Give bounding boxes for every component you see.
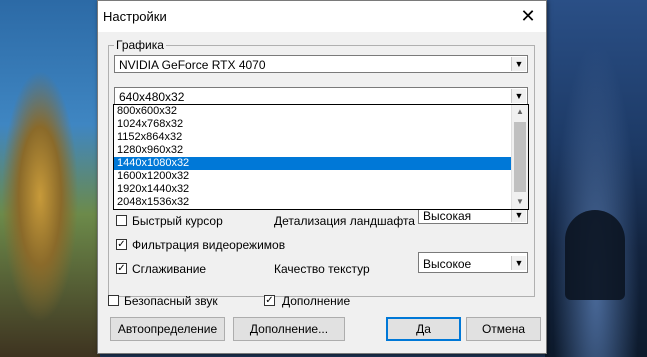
mode-filter-label: Фильтрация видеорежимов [132,238,286,252]
safe-sound-label: Безопасный звук [124,294,218,308]
fast-cursor-checkbox[interactable] [116,215,127,226]
resolution-option[interactable]: 1920x1440x32 [114,183,512,196]
chevron-down-icon: ▼ [511,89,526,103]
chevron-down-icon: ▼ [511,208,526,222]
dropdown-scrollbar[interactable]: ▲ ▼ [511,105,528,209]
scroll-thumb[interactable] [514,122,526,192]
addon-more-button[interactable]: Дополнение... [233,317,345,341]
resolution-select[interactable]: 640x480x32 ▼ [114,87,528,105]
chevron-down-icon: ▼ [511,256,526,270]
background-figure [565,210,625,300]
scroll-up-icon[interactable]: ▲ [512,105,528,119]
resolution-option[interactable]: 1024x768x32 [114,118,512,131]
resolution-option[interactable]: 800x600x32 [114,105,512,118]
resolution-option[interactable]: 1280x960x32 [114,144,512,157]
background-art-right [545,0,647,357]
addon-checkbox[interactable]: ✓ [264,295,275,306]
resolution-option[interactable]: 1600x1200x32 [114,170,512,183]
graphics-group-label: Графика [114,38,166,52]
resolution-option[interactable]: 1440x1080x32 [114,157,512,170]
safe-sound-checkbox[interactable] [108,295,119,306]
texture-quality-value: Высокое [423,257,472,271]
resolution-dropdown-list[interactable]: 800x600x32 1024x768x32 1152x864x32 1280x960… [113,104,529,210]
resolution-option[interactable]: 2048x1536x32 [114,196,512,209]
landscape-detail-value: Высокая [423,209,472,223]
fast-cursor-label: Быстрый курсор [132,214,223,228]
close-icon[interactable]: ✕ [516,5,540,27]
title-bar: Настройки ✕ [98,1,546,32]
background-art-left [0,0,100,357]
autodetect-button[interactable]: Автоопределение [110,317,225,341]
resolution-option[interactable]: 1152x864x32 [114,131,512,144]
cancel-button[interactable]: Отмена [466,317,541,341]
chevron-down-icon: ▼ [511,57,526,71]
resolution-value: 640x480x32 [119,90,185,104]
window-title: Настройки [103,9,167,24]
texture-quality-select[interactable]: Высокое ▼ [418,252,528,273]
smoothing-checkbox[interactable]: ✓ [116,263,127,274]
resolution-options: 800x600x32 1024x768x32 1152x864x32 1280x960… [114,105,528,209]
texture-quality-label: Качество текстур [274,262,370,276]
ok-button[interactable]: Да [386,317,461,341]
addon-label: Дополнение [282,294,351,308]
adapter-select[interactable]: NVIDIA GeForce RTX 4070 ▼ [114,55,528,73]
adapter-value: NVIDIA GeForce RTX 4070 [119,58,266,72]
mode-filter-checkbox[interactable]: ✓ [116,239,127,250]
smoothing-label: Сглаживание [132,262,207,276]
landscape-detail-label: Детализация ландшафта [274,214,415,228]
scroll-down-icon[interactable]: ▼ [512,195,528,209]
